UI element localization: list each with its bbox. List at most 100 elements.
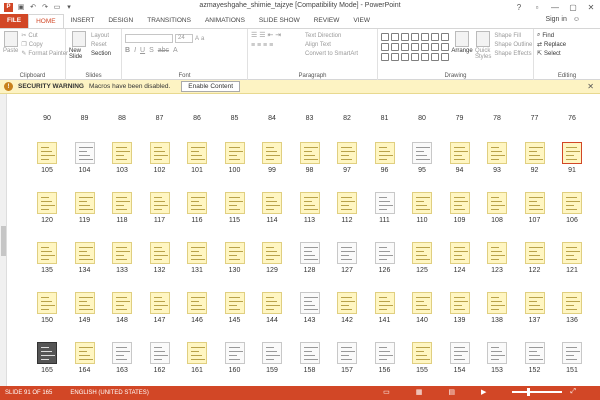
- slide-thumbnail[interactable]: [487, 192, 507, 214]
- slide-thumbnail[interactable]: [524, 142, 545, 164]
- layout-button[interactable]: Layout: [91, 31, 111, 40]
- section-button[interactable]: Section: [91, 49, 111, 58]
- slide-thumbnail[interactable]: [562, 192, 582, 214]
- tab-home[interactable]: HOME: [28, 14, 64, 28]
- slide-thumbnail[interactable]: [262, 192, 282, 214]
- close-button[interactable]: ✕: [582, 0, 600, 14]
- slide-thumbnail[interactable]: [449, 342, 470, 364]
- strikethrough-button[interactable]: abc: [158, 47, 169, 54]
- slide-thumbnail[interactable]: [224, 142, 245, 164]
- slide-thumbnail[interactable]: [412, 192, 432, 214]
- slide-thumbnail[interactable]: [449, 192, 470, 214]
- slide-thumbnail[interactable]: [262, 142, 282, 164]
- slide-thumbnail[interactable]: [224, 292, 245, 314]
- customize-qat-icon[interactable]: ▾: [65, 3, 73, 11]
- shape-fill-button[interactable]: Shape Fill: [494, 31, 532, 40]
- slide-thumbnail[interactable]: [37, 342, 57, 364]
- slideshow-icon[interactable]: ▭: [53, 3, 61, 11]
- slide-thumbnail[interactable]: [374, 142, 395, 164]
- slide-thumbnail[interactable]: [562, 342, 582, 364]
- slide-thumbnail[interactable]: [149, 342, 170, 364]
- slide-thumbnail[interactable]: [412, 242, 432, 264]
- slide-thumbnail[interactable]: [374, 292, 395, 314]
- slide-thumbnail[interactable]: [449, 292, 470, 314]
- slide-thumbnail[interactable]: [299, 242, 320, 264]
- slide-thumbnail[interactable]: [187, 142, 207, 164]
- format-painter-button[interactable]: ✎ Format Painter: [21, 49, 68, 58]
- replace-button[interactable]: ⇄ Replace: [537, 40, 597, 49]
- slide-thumbnail[interactable]: [74, 342, 95, 364]
- slide-thumbnail[interactable]: [224, 242, 245, 264]
- fit-window-icon[interactable]: ⤢: [570, 388, 576, 396]
- slide-thumbnail[interactable]: [487, 242, 507, 264]
- slide-thumbnail[interactable]: [149, 142, 170, 164]
- enable-content-button[interactable]: Enable Content: [181, 81, 241, 92]
- italic-button[interactable]: I: [134, 47, 136, 54]
- align-icons[interactable]: ≡ ≡ ≡ ≡: [251, 42, 301, 49]
- tab-animations[interactable]: ANIMATIONS: [198, 14, 252, 28]
- slide-thumbnail[interactable]: [187, 192, 207, 214]
- redo-icon[interactable]: ↷: [41, 3, 49, 11]
- slide-thumbnail[interactable]: [149, 242, 170, 264]
- slide-thumbnail[interactable]: [337, 292, 357, 314]
- slide-thumbnail[interactable]: [74, 242, 95, 264]
- slide-thumbnail[interactable]: [262, 342, 282, 364]
- font-color-icon[interactable]: A: [173, 47, 178, 54]
- slide-thumbnail[interactable]: [299, 142, 320, 164]
- undo-icon[interactable]: ↶: [29, 3, 37, 11]
- scrollbar[interactable]: [0, 94, 7, 386]
- shadow-button[interactable]: S: [149, 47, 154, 54]
- user-icon[interactable]: ☺: [573, 16, 580, 23]
- slide-thumbnail[interactable]: [562, 242, 582, 264]
- slide-thumbnail[interactable]: [187, 292, 207, 314]
- slide-thumbnail[interactable]: [299, 342, 320, 364]
- slide-thumbnail[interactable]: [149, 192, 170, 214]
- maximize-button[interactable]: ▢: [564, 0, 582, 14]
- shrink-font-button[interactable]: a: [201, 34, 204, 43]
- slide-thumbnail[interactable]: [562, 142, 582, 164]
- slide-thumbnail[interactable]: [37, 192, 57, 214]
- help-button[interactable]: ?: [510, 0, 528, 14]
- shapes-gallery[interactable]: [381, 33, 449, 61]
- tab-review[interactable]: REVIEW: [307, 14, 347, 28]
- slide-thumbnail[interactable]: [37, 142, 57, 164]
- tab-view[interactable]: VIEW: [346, 14, 377, 28]
- underline-button[interactable]: U: [140, 47, 145, 54]
- sign-in-link[interactable]: Sign in: [545, 16, 566, 23]
- quick-styles-button[interactable]: Quick Styles: [475, 31, 491, 61]
- slide-thumbnail[interactable]: [524, 242, 545, 264]
- shape-effects-button[interactable]: Shape Effects: [494, 49, 532, 58]
- slide-thumbnail[interactable]: [487, 142, 507, 164]
- minimize-button[interactable]: —: [546, 0, 564, 14]
- reading-view-icon[interactable]: ▤: [448, 388, 455, 396]
- select-button[interactable]: ⇱ Select: [537, 49, 597, 58]
- slide-thumbnail[interactable]: [224, 342, 245, 364]
- new-slide-button[interactable]: New Slide: [69, 31, 89, 60]
- slide-thumbnail[interactable]: [562, 292, 582, 314]
- zoom-slider[interactable]: [512, 388, 563, 396]
- slide-thumbnail[interactable]: [524, 342, 545, 364]
- slide-thumbnail[interactable]: [299, 192, 320, 214]
- slide-thumbnail[interactable]: [74, 292, 95, 314]
- slide-thumbnail[interactable]: [374, 342, 395, 364]
- slide-thumbnail[interactable]: [149, 292, 170, 314]
- copy-button[interactable]: ❐ Copy: [21, 40, 68, 49]
- slide-thumbnail[interactable]: [112, 242, 132, 264]
- slide-thumbnail[interactable]: [449, 142, 470, 164]
- close-icon[interactable]: ✕: [587, 82, 594, 91]
- slide-thumbnail[interactable]: [187, 242, 207, 264]
- slide-thumbnail[interactable]: [337, 142, 357, 164]
- zoom-knob[interactable]: [527, 388, 531, 396]
- list-icons[interactable]: ☰ ☰ ⇤ ⇥: [251, 31, 301, 39]
- grow-font-button[interactable]: A: [195, 34, 199, 43]
- slide-thumbnail[interactable]: [74, 142, 95, 164]
- slide-thumbnail[interactable]: [524, 192, 545, 214]
- tab-file[interactable]: FILE: [0, 14, 29, 28]
- align-text-button[interactable]: Align Text: [305, 40, 358, 49]
- convert-smartart-button[interactable]: Convert to SmartArt: [305, 49, 358, 58]
- shape-outline-button[interactable]: Shape Outline: [494, 40, 532, 49]
- slide-thumbnail[interactable]: [337, 242, 357, 264]
- slide-thumbnail[interactable]: [299, 292, 320, 314]
- reset-button[interactable]: Reset: [91, 40, 111, 49]
- slide-thumbnail[interactable]: [412, 342, 432, 364]
